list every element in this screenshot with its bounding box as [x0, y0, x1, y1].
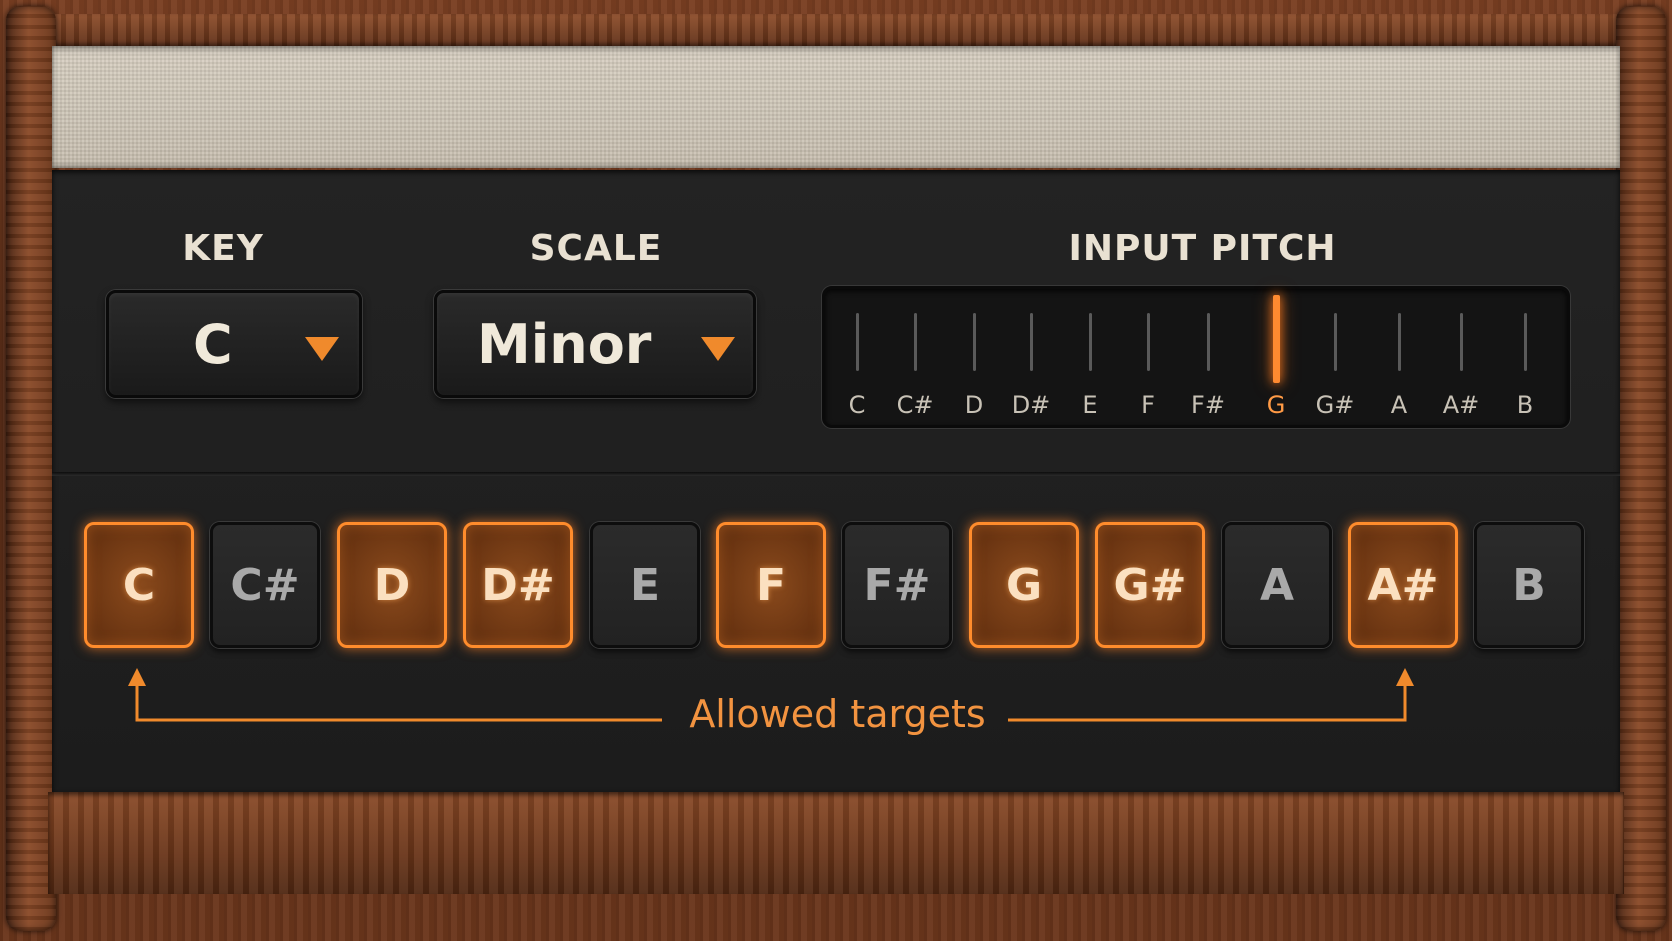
arrow-up-icon	[1396, 668, 1414, 686]
allowed-targets-caption: Allowed targets	[689, 692, 986, 736]
arrow-up-icon	[128, 668, 146, 686]
bracket-right-line	[1008, 683, 1407, 722]
bracket-left-line	[135, 683, 662, 722]
allowed-targets-bracket	[128, 668, 1414, 722]
